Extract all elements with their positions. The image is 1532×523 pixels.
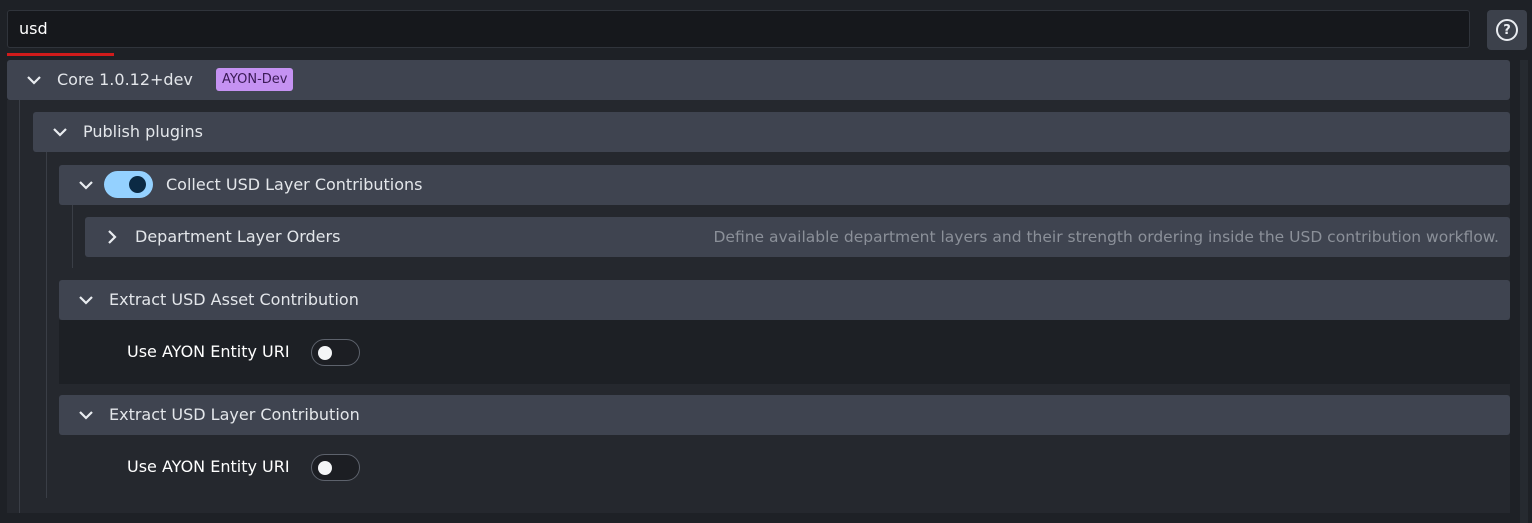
core-guide-line	[19, 100, 20, 513]
extract-layer-title: Extract USD Layer Contribution	[109, 405, 360, 424]
chevron-down-icon	[77, 176, 95, 194]
collect-usd-title: Collect USD Layer Contributions	[166, 175, 423, 194]
chevron-down-icon	[51, 123, 69, 141]
scrollbar[interactable]	[1520, 60, 1528, 523]
department-layer-orders-description: Define available department layers and t…	[713, 228, 1499, 246]
toggle-knob	[129, 176, 146, 193]
chevron-down-icon	[77, 406, 95, 424]
help-button[interactable]: ?	[1487, 10, 1527, 50]
use-ayon-entity-uri-label: Use AYON Entity URI	[127, 457, 290, 476]
use-ayon-entity-uri-label: Use AYON Entity URI	[127, 342, 290, 361]
toggle-knob	[318, 461, 332, 475]
chevron-down-icon	[25, 71, 43, 89]
help-circle-icon: ?	[1496, 19, 1518, 41]
search-input[interactable]	[7, 10, 1470, 48]
department-layer-orders-header[interactable]: Department Layer Orders Define available…	[85, 217, 1510, 257]
extract-asset-header[interactable]: Extract USD Asset Contribution	[59, 280, 1510, 320]
use-ayon-entity-uri-toggle[interactable]	[311, 339, 360, 366]
extract-asset-title: Extract USD Asset Contribution	[109, 290, 359, 309]
publish-guide-line	[46, 152, 47, 498]
search-underline	[7, 53, 114, 56]
chevron-right-icon	[103, 228, 121, 246]
extract-layer-header[interactable]: Extract USD Layer Contribution	[59, 395, 1510, 435]
department-layer-orders-title: Department Layer Orders	[135, 227, 341, 246]
collect-usd-enable-toggle[interactable]	[104, 171, 153, 198]
use-ayon-entity-uri-toggle[interactable]	[311, 454, 360, 481]
core-title: Core 1.0.12+dev	[57, 70, 193, 89]
publish-plugins-title: Publish plugins	[83, 122, 203, 141]
search-bar: ?	[0, 0, 1532, 58]
collect-guide-line	[72, 205, 73, 268]
chevron-down-icon	[77, 291, 95, 309]
publish-plugins-header[interactable]: Publish plugins	[33, 112, 1510, 152]
toggle-knob	[318, 346, 332, 360]
collect-usd-header[interactable]: Collect USD Layer Contributions	[59, 165, 1510, 205]
version-badge: AYON-Dev	[216, 68, 294, 91]
